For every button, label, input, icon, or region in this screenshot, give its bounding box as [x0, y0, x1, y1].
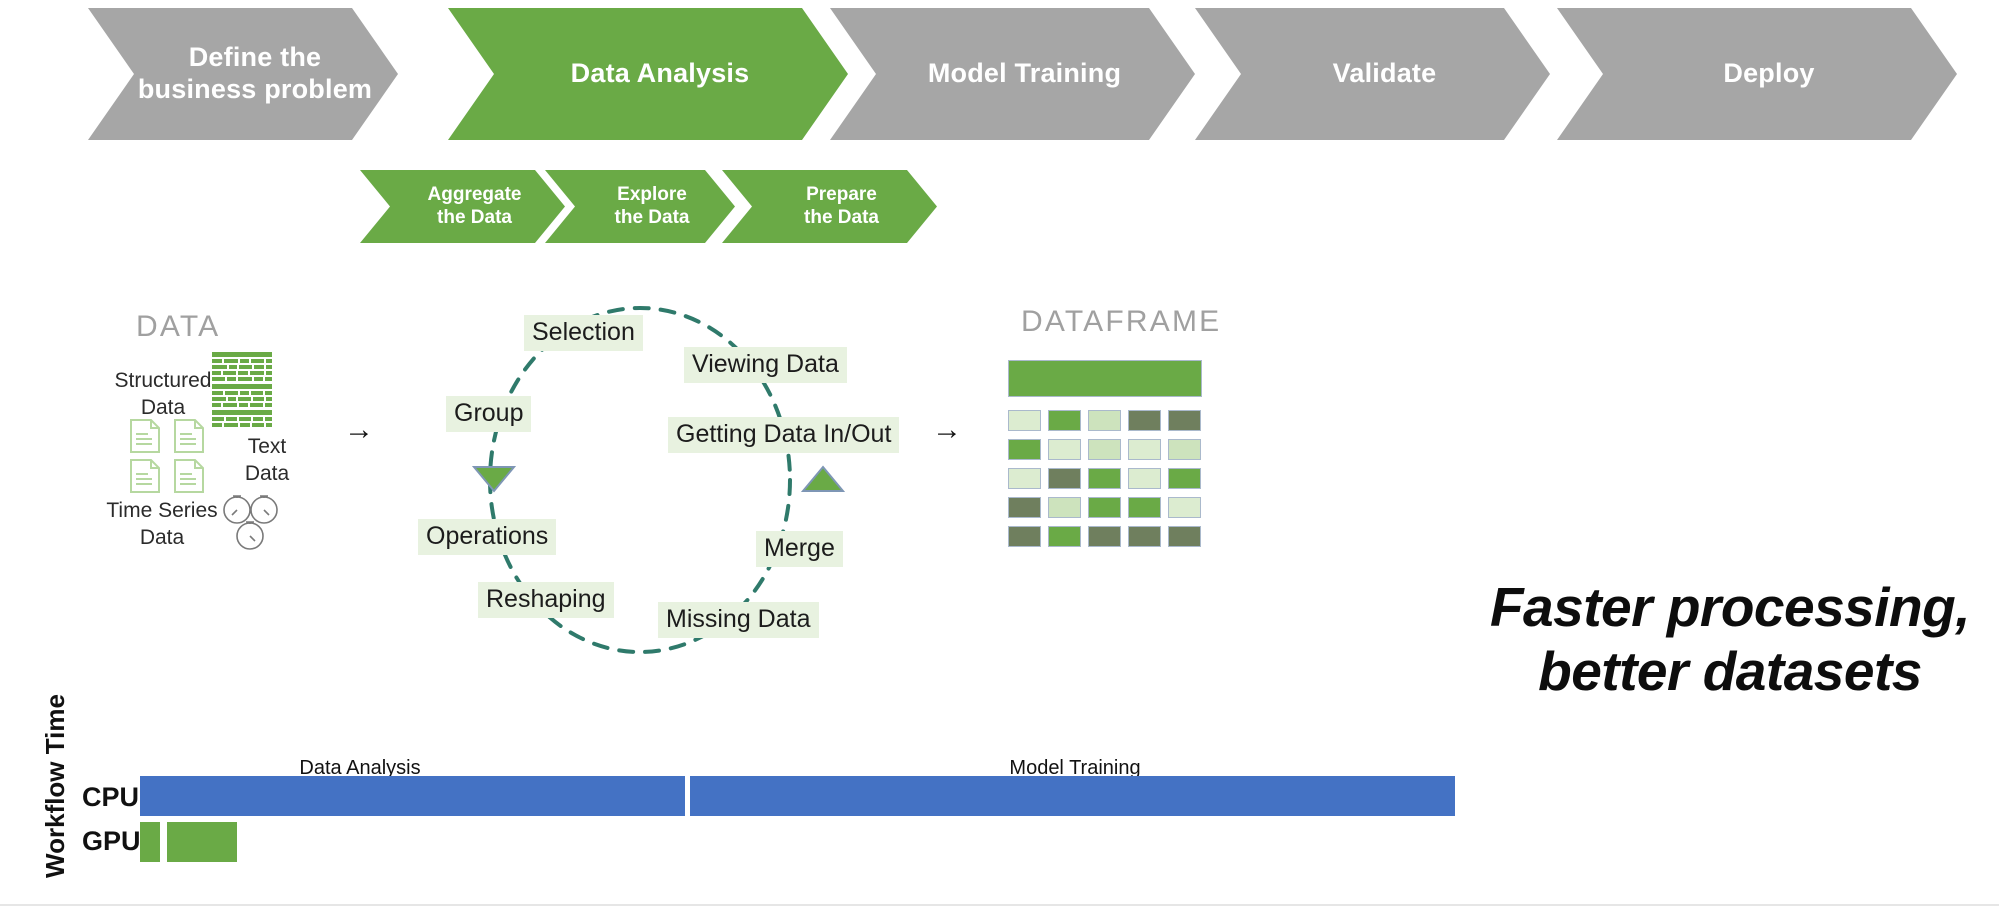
- dataframe-cell: [1168, 468, 1201, 489]
- dataframe-grid: [1008, 360, 1208, 550]
- pipeline-stage-label: Validate: [1332, 58, 1437, 89]
- pipeline-substage-aggregate-the-data[interactable]: Aggregate the Data: [360, 170, 565, 243]
- cycle-node-viewing-data[interactable]: Viewing Data: [684, 347, 847, 383]
- dataframe-cell: [1048, 497, 1081, 518]
- dataframe-header-bar: [1008, 360, 1202, 397]
- dataframe-cell: [1088, 439, 1121, 460]
- stopwatches-icon: [223, 495, 278, 550]
- dataframe-cell: [1168, 497, 1201, 518]
- cycle-node-missing-data[interactable]: Missing Data: [658, 602, 819, 638]
- pipeline-stage-define-the-business-problem[interactable]: Define the business problem: [88, 8, 398, 140]
- cycle-arrow-up-icon: [800, 465, 846, 498]
- dataframe-cell: [1008, 497, 1041, 518]
- dataframe-cell: [1088, 468, 1121, 489]
- dataframe-cell: [1168, 439, 1201, 460]
- pipeline-substage-label: Aggregate the Data: [427, 184, 522, 228]
- dataframe-cell: [1048, 439, 1081, 460]
- pipeline-stage-validate[interactable]: Validate: [1195, 8, 1550, 140]
- cycle-node-getting-data-in-out[interactable]: Getting Data In/Out: [668, 417, 900, 453]
- chart-y-axis-label: Workflow Time: [40, 694, 70, 878]
- dataframe-cell: [1128, 439, 1161, 460]
- cycle-arrow-down-icon: [471, 465, 517, 498]
- pipeline-substage-prepare-the-data[interactable]: Prepare the Data: [722, 170, 937, 243]
- brick-table-icon: [212, 352, 272, 427]
- pipeline-stage-label: Deploy: [1723, 58, 1815, 89]
- dataframe-cell: [1048, 410, 1081, 431]
- flow-arrow-right-2: →: [932, 413, 962, 446]
- gpu-bar-model-training: [167, 822, 237, 862]
- dataframe-cell: [1088, 526, 1121, 547]
- cycle-node-selection[interactable]: Selection: [524, 315, 643, 351]
- cycle-node-group[interactable]: Group: [446, 396, 532, 432]
- chart-row-label-cpu: CPU: [82, 782, 140, 812]
- pipeline-stage-data-analysis[interactable]: Data Analysis: [448, 8, 848, 140]
- cycle-node-operations[interactable]: Operations: [418, 519, 557, 555]
- pipeline-stage-label: Data Analysis: [570, 58, 750, 89]
- documents-icon: [130, 419, 204, 493]
- dataframe-cell: [1048, 468, 1081, 489]
- dataframe-cell: [1128, 410, 1161, 431]
- gpu-bar-data-analysis: [140, 822, 160, 862]
- dataframe-cell: [1008, 410, 1041, 431]
- dataframe-cell: [1088, 497, 1121, 518]
- pipeline-stage-label: Model Training: [927, 58, 1122, 89]
- dataframe-cell: [1128, 468, 1161, 489]
- slide-bottom-divider: [0, 904, 1999, 906]
- dataframe-cell: [1008, 439, 1041, 460]
- flow-arrow-right-1: →: [344, 413, 374, 446]
- dataframe-cell: [1168, 410, 1201, 431]
- pipeline-stage-label: Define the business problem: [137, 42, 373, 104]
- dataframe-cell: [1168, 526, 1201, 547]
- dataframe-cell: [1008, 526, 1041, 547]
- dataframe-cell: [1048, 526, 1081, 547]
- pipeline-substage-label: Explore the Data: [614, 184, 690, 228]
- pipeline-stage-deploy[interactable]: Deploy: [1557, 8, 1957, 140]
- cpu-bar-model-training: [690, 776, 1455, 816]
- data-section-title: DATA: [136, 310, 221, 343]
- cycle-node-merge[interactable]: Merge: [756, 531, 843, 567]
- pipeline-substage-explore-the-data[interactable]: Explore the Data: [545, 170, 735, 243]
- slide-canvas: Define the business problem Data Analysi…: [0, 0, 1999, 917]
- chart-row-label-gpu: GPU: [82, 826, 141, 856]
- dataframe-cell: [1128, 526, 1161, 547]
- dataframe-cell: [1088, 410, 1121, 431]
- dataframe-cell: [1128, 497, 1161, 518]
- structured-data-label: Structured Data: [114, 369, 212, 419]
- cpu-bar-data-analysis: [140, 776, 685, 816]
- pipeline-stage-model-training[interactable]: Model Training: [830, 8, 1195, 140]
- tagline: Faster processing, better datasets: [1489, 576, 1971, 702]
- time-series-data-label: Time Series Data: [106, 499, 218, 549]
- pipeline-substage-label: Prepare the Data: [804, 184, 879, 228]
- cycle-node-reshaping[interactable]: Reshaping: [478, 582, 614, 618]
- dataframe-section-title: DATAFRAME: [1021, 305, 1222, 338]
- text-data-label: Text Data: [244, 435, 290, 485]
- dataframe-cell: [1008, 468, 1041, 489]
